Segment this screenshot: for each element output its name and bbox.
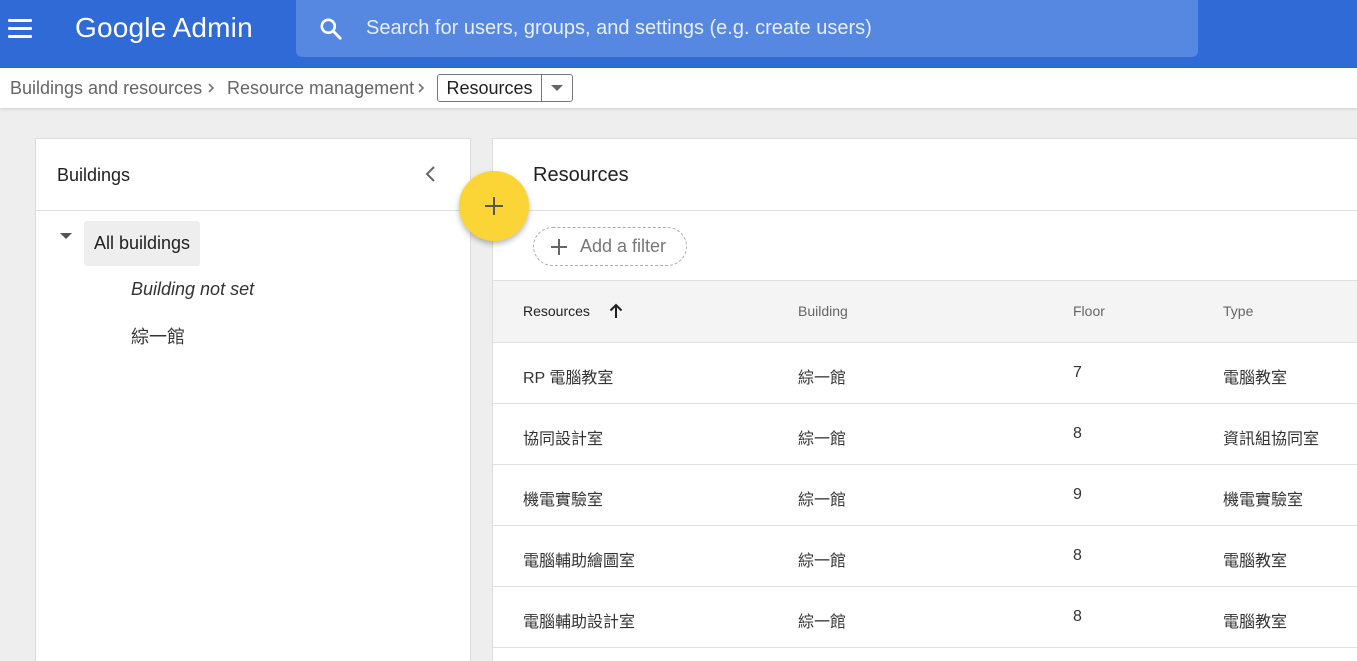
buildings-panel-title: Buildings — [57, 165, 131, 185]
cell-type: 電腦教室 — [1223, 553, 1288, 570]
table-header: Resources Building Floor Type — [493, 281, 1357, 343]
breadcrumb-current[interactable]: Resources — [438, 75, 542, 101]
tree-expand-toggle[interactable] — [60, 233, 72, 257]
breadcrumb-dropdown-button[interactable] — [542, 75, 572, 101]
top-app-bar: Google Admin Search for users, groups, an… — [0, 0, 1357, 68]
add-building-fab[interactable] — [459, 171, 529, 241]
breadcrumb: Buildings and resources Resource managem… — [0, 68, 1357, 108]
table-row[interactable]: 電腦輔助繪圖室 綜一館 8 電腦教室 — [493, 526, 1357, 587]
table-row[interactable]: 機電實驗室 綜一館 9 機電實驗室 — [493, 465, 1357, 526]
column-header-type[interactable]: Type — [1223, 303, 1253, 319]
buildings-panel-header: Buildings — [36, 139, 470, 211]
cell-building: 綜一館 — [798, 431, 847, 448]
cell-resource-name: 機電實驗室 — [523, 492, 604, 509]
cell-type: 電腦教室 — [1223, 614, 1288, 631]
tree-item-building[interactable]: 綜一館 — [131, 323, 185, 349]
cell-resource-name: 電腦輔助設計室 — [523, 614, 636, 631]
cell-type: 機電實驗室 — [1223, 492, 1304, 509]
breadcrumb-resource-management[interactable]: Resource management — [227, 78, 414, 99]
search-placeholder: Search for users, groups, and settings (… — [366, 17, 872, 39]
add-filter-label: Add a filter — [580, 236, 667, 256]
add-icon — [485, 197, 503, 215]
google-admin-logo[interactable]: Google Admin — [75, 12, 253, 44]
cell-type: 資訊組協同室 — [1223, 431, 1320, 448]
resources-panel-title: Resources — [533, 164, 629, 186]
column-header-building[interactable]: Building — [798, 303, 848, 319]
add-filter-button[interactable]: Add a filter — [533, 227, 687, 266]
search-input[interactable]: Search for users, groups, and settings (… — [296, 0, 1198, 57]
menu-icon[interactable] — [8, 16, 32, 40]
breadcrumb-buildings-and-resources[interactable]: Buildings and resources — [10, 78, 202, 99]
filter-bar: Add a filter — [493, 211, 1357, 281]
search-icon — [320, 17, 342, 40]
cell-floor: 8 — [1073, 425, 1082, 442]
cell-building: 綜一館 — [798, 614, 847, 631]
tree-item-building-not-set[interactable]: Building not set — [131, 279, 254, 300]
cell-building: 綜一館 — [798, 370, 847, 387]
dropdown-arrow-icon — [551, 85, 563, 91]
cell-resource-name: RP 電腦教室 — [523, 370, 614, 387]
cell-floor: 9 — [1073, 486, 1082, 503]
cell-floor: 8 — [1073, 547, 1082, 564]
resources-panel-header: Resources — [493, 139, 1357, 211]
cell-floor: 7 — [1073, 364, 1082, 381]
logo-admin-text: Admin — [172, 12, 253, 43]
cell-floor: 8 — [1073, 608, 1082, 625]
buildings-panel: Buildings All buildings Building not set… — [35, 138, 471, 661]
dropdown-arrow-icon — [60, 233, 72, 256]
cell-resource-name: 協同設計室 — [523, 431, 604, 448]
table-row[interactable]: 電腦輔助設計室 綜一館 8 電腦教室 — [493, 587, 1357, 648]
column-header-floor[interactable]: Floor — [1073, 303, 1105, 319]
chevron-right-icon — [208, 83, 215, 93]
sort-ascending-icon[interactable] — [608, 303, 624, 319]
cell-building: 綜一館 — [798, 553, 847, 570]
table-row[interactable]: 協同設計室 綜一館 8 資訊組協同室 — [493, 404, 1357, 465]
breadcrumb-current-selector: Resources — [437, 74, 573, 102]
chevron-right-icon — [418, 83, 425, 93]
table-row[interactable]: RP 電腦教室 綜一館 7 電腦教室 — [493, 343, 1357, 404]
chevron-left-icon[interactable] — [420, 163, 442, 185]
logo-google-text: Google — [75, 12, 167, 43]
column-header-resources[interactable]: Resources — [523, 303, 590, 319]
cell-type: 電腦教室 — [1223, 370, 1288, 387]
cell-building: 綜一館 — [798, 492, 847, 509]
tree-item-all-buildings[interactable]: All buildings — [84, 221, 200, 266]
add-icon — [551, 238, 567, 255]
resources-panel: Resources Add a filter Resources Buildin… — [492, 138, 1357, 661]
cell-resource-name: 電腦輔助繪圖室 — [523, 553, 636, 570]
